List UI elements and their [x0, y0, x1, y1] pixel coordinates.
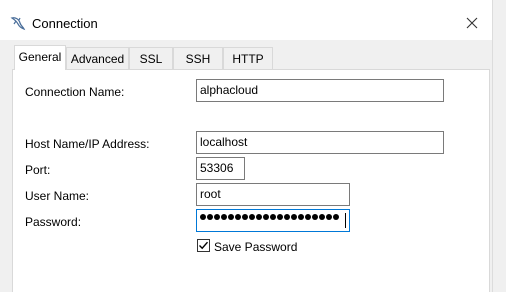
password-mask-dot	[319, 214, 325, 220]
user-name-input[interactable]: root	[196, 183, 350, 206]
password-mask-dot	[214, 214, 220, 220]
password-mask-dot	[298, 214, 304, 220]
tab-label: SSL	[139, 52, 163, 66]
tab-advanced[interactable]: Advanced	[66, 47, 129, 69]
password-mask-dot	[207, 214, 213, 220]
password-mask-dot	[305, 214, 311, 220]
save-password-checkbox[interactable]	[197, 239, 210, 252]
password-mask-dot	[277, 214, 283, 220]
tab-http[interactable]: HTTP	[223, 47, 273, 69]
host-input[interactable]: localhost	[196, 131, 444, 154]
general-panel	[12, 69, 490, 292]
save-password-label[interactable]: Save Password	[214, 240, 297, 254]
window-title: Connection	[32, 16, 98, 31]
connection-name-input[interactable]: alphacloud	[196, 79, 444, 102]
port-input[interactable]: 53306	[196, 157, 245, 180]
password-mask	[200, 214, 339, 220]
host-label: Host Name/IP Address:	[25, 137, 150, 151]
password-mask-dot	[228, 214, 234, 220]
tab-general[interactable]: General	[14, 45, 66, 70]
port-label: Port:	[25, 163, 51, 177]
tab-label: SSH	[185, 52, 211, 66]
tab-label: HTTP	[232, 52, 264, 66]
password-mask-dot	[284, 214, 290, 220]
dolphin-icon	[10, 15, 26, 31]
tab-ssl[interactable]: SSL	[129, 47, 173, 69]
tab-ssh[interactable]: SSH	[173, 47, 223, 69]
password-mask-dot	[270, 214, 276, 220]
password-mask-dot	[312, 214, 318, 220]
window-edge	[492, 0, 506, 292]
password-mask-dot	[291, 214, 297, 220]
close-icon[interactable]	[460, 12, 484, 34]
connection-name-label: Connection Name:	[25, 85, 125, 99]
password-input[interactable]	[196, 209, 350, 232]
password-mask-dot	[333, 214, 339, 220]
password-mask-dot	[235, 214, 241, 220]
checkmark-icon	[199, 241, 209, 250]
password-mask-dot	[263, 214, 269, 220]
user-name-label: User Name:	[25, 189, 90, 203]
text-caret	[345, 213, 346, 228]
title-bar: Connection	[0, 0, 492, 40]
tab-label: General	[18, 50, 62, 64]
password-mask-dot	[242, 214, 248, 220]
password-mask-dot	[249, 214, 255, 220]
tab-label: Advanced	[70, 52, 125, 66]
password-label: Password:	[25, 215, 82, 229]
password-mask-dot	[221, 214, 227, 220]
password-mask-dot	[326, 214, 332, 220]
password-mask-dot	[200, 214, 206, 220]
password-mask-dot	[256, 214, 262, 220]
